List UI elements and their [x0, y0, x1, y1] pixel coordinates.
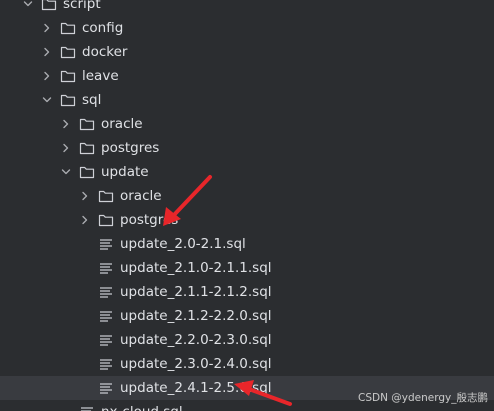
- folder-icon: [79, 164, 95, 180]
- sql-file-icon: [98, 356, 114, 372]
- chevron-right-icon[interactable]: [41, 22, 53, 34]
- sql-file-icon: [98, 332, 114, 348]
- tree-file-row[interactable]: update_2.0-2.1.sql: [0, 232, 494, 256]
- tree-folder-row[interactable]: postgres: [0, 208, 494, 232]
- tree-folder-row[interactable]: oracle: [0, 184, 494, 208]
- folder-icon: [60, 92, 76, 108]
- tree-item-label: update_2.0-2.1.sql: [120, 236, 246, 252]
- tree-item-label: update_2.3.0-2.4.0.sql: [120, 356, 272, 372]
- tree-folder-row[interactable]: update: [0, 160, 494, 184]
- folder-icon: [60, 20, 76, 36]
- tree-file-row[interactable]: update_2.1.2-2.2.0.sql: [0, 304, 494, 328]
- chevron-right-icon[interactable]: [41, 46, 53, 58]
- tree-item-label: update_2.1.0-2.1.1.sql: [120, 260, 272, 276]
- tree-item-label: update_2.1.1-2.1.2.sql: [120, 284, 272, 300]
- tree-item-label: docker: [82, 44, 128, 60]
- chevron-down-icon[interactable]: [41, 94, 53, 106]
- tree-folder-row[interactable]: docker: [0, 40, 494, 64]
- folder-icon: [60, 68, 76, 84]
- tree-item-label: nx-cloud.sql: [101, 400, 183, 411]
- tree-item-label: oracle: [120, 188, 162, 204]
- tree-item-label: config: [82, 20, 124, 36]
- tree-item-label: oracle: [101, 116, 143, 132]
- folder-icon: [79, 140, 95, 156]
- tree-folder-row[interactable]: leave: [0, 64, 494, 88]
- folder-icon: [98, 212, 114, 228]
- chevron-down-icon[interactable]: [22, 0, 34, 10]
- tree-folder-row[interactable]: oracle: [0, 112, 494, 136]
- sql-file-icon: [79, 404, 95, 411]
- chevron-right-icon[interactable]: [60, 118, 72, 130]
- folder-icon: [79, 116, 95, 132]
- tree-item-label: script: [63, 0, 101, 12]
- chevron-right-icon[interactable]: [41, 70, 53, 82]
- tree-item-label: postgres: [101, 140, 160, 156]
- folder-icon: [60, 44, 76, 60]
- chevron-down-icon[interactable]: [60, 166, 72, 178]
- chevron-right-icon[interactable]: [79, 214, 91, 226]
- tree-folder-row[interactable]: script: [0, 0, 494, 16]
- tree-folder-row[interactable]: config: [0, 16, 494, 40]
- sql-file-icon: [98, 380, 114, 396]
- sql-file-icon: [98, 260, 114, 276]
- chevron-right-icon[interactable]: [79, 190, 91, 202]
- tree-file-row[interactable]: update_2.1.1-2.1.2.sql: [0, 280, 494, 304]
- folder-icon: [98, 188, 114, 204]
- sql-file-icon: [98, 236, 114, 252]
- tree-item-label: update: [101, 164, 149, 180]
- project-tree-panel: script config docker leave sql oracle postgres…: [0, 0, 494, 411]
- tree-file-row[interactable]: update_2.3.0-2.4.0.sql: [0, 352, 494, 376]
- chevron-right-icon[interactable]: [60, 142, 72, 154]
- watermark: CSDN @ydenergy_殷志鹏: [358, 392, 488, 404]
- sql-file-icon: [98, 308, 114, 324]
- tree-file-row[interactable]: update_2.1.0-2.1.1.sql: [0, 256, 494, 280]
- tree-item-label: sql: [82, 92, 102, 108]
- folder-icon: [41, 0, 57, 12]
- tree-folder-row[interactable]: postgres: [0, 136, 494, 160]
- tree-item-label: leave: [82, 68, 119, 84]
- tree-item-label: update_2.1.2-2.2.0.sql: [120, 308, 272, 324]
- tree-folder-row[interactable]: sql: [0, 88, 494, 112]
- tree-item-label: postgres: [120, 212, 179, 228]
- tree-file-row[interactable]: update_2.2.0-2.3.0.sql: [0, 328, 494, 352]
- tree-item-label: update_2.4.1-2.5.0.sql: [120, 380, 272, 396]
- tree-item-label: update_2.2.0-2.3.0.sql: [120, 332, 272, 348]
- sql-file-icon: [98, 284, 114, 300]
